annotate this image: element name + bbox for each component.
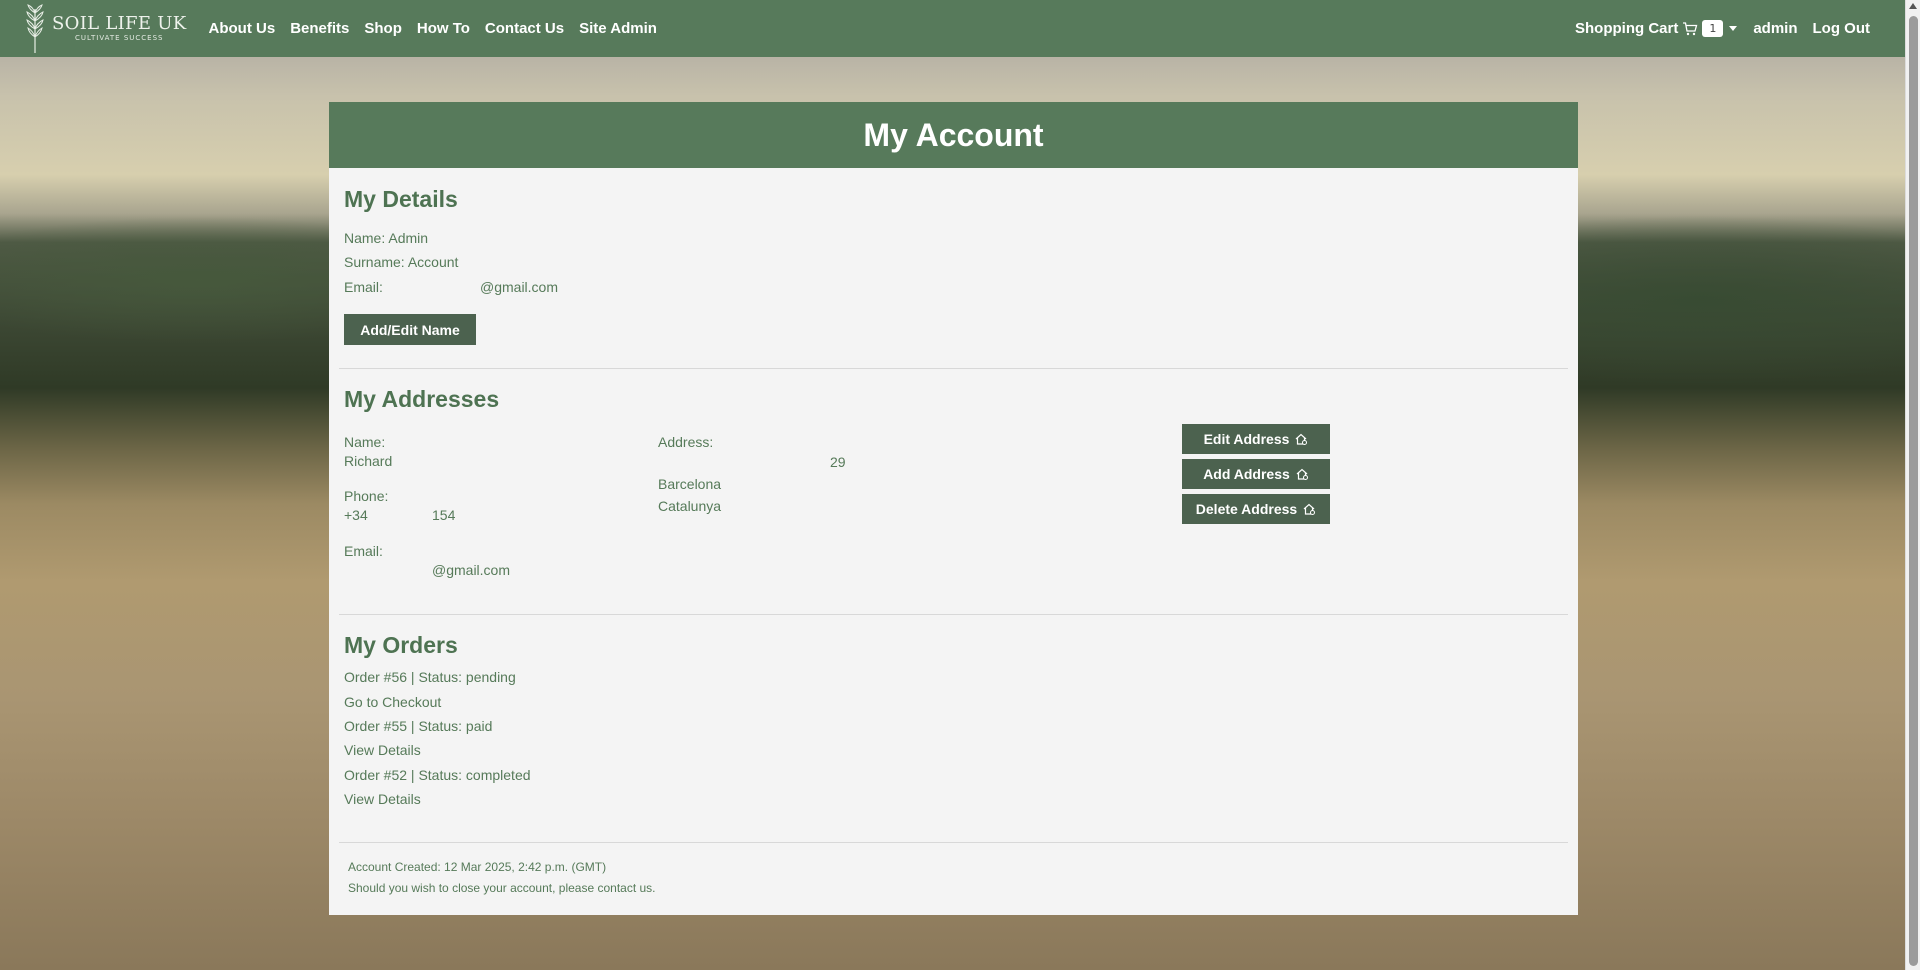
nav-log-out[interactable]: Log Out [1813, 20, 1870, 37]
account-created-text: Account Created: 12 Mar 2025, 2:42 p.m. … [348, 860, 607, 874]
page-title: My Account [329, 102, 1578, 168]
details-name: Name: Admin [344, 230, 429, 246]
brand-logo[interactable]: SOIL LIFE UK CULTIVATE SUCCESS [22, 3, 187, 55]
address-name-label: Name: [344, 434, 386, 450]
divider [339, 614, 1568, 615]
address-label: Address: [658, 434, 714, 450]
order-52-label: Order #52 | Status: completed [344, 767, 531, 783]
nav-user[interactable]: admin [1753, 20, 1797, 37]
page-scrollbar[interactable] [1905, 0, 1920, 970]
house-icon [1296, 433, 1308, 445]
address-number: 29 [830, 454, 846, 470]
wheat-logo-icon [26, 3, 44, 53]
nav-shop[interactable]: Shop [364, 20, 402, 37]
delete-address-button[interactable]: Delete Address [1182, 494, 1330, 524]
house-plus-icon [1296, 468, 1308, 480]
address-phone-prefix: +34 [344, 507, 368, 523]
cart-count-badge: 1 [1702, 20, 1724, 37]
add-address-button[interactable]: Add Address [1182, 459, 1330, 489]
brand-tagline: CULTIVATE SUCCESS [75, 34, 164, 42]
my-addresses-heading: My Addresses [344, 386, 500, 412]
shopping-cart-dropdown[interactable]: Shopping Cart 1 [1575, 20, 1738, 37]
nav-about-us[interactable]: About Us [209, 20, 276, 37]
scrollbar-thumb[interactable] [1909, 16, 1918, 966]
details-email-value: @gmail.com [480, 279, 559, 295]
delete-address-label: Delete Address [1195, 501, 1298, 517]
details-email-label: Email: [344, 279, 383, 295]
details-surname: Surname: Account [344, 254, 459, 270]
divider [339, 368, 1568, 369]
scroll-up-arrow-icon[interactable] [1909, 3, 1917, 9]
house-remove-icon [1303, 503, 1316, 515]
nav-benefits[interactable]: Benefits [290, 20, 349, 37]
address-phone-suffix: 154 [432, 507, 456, 523]
address-name-value: Richard [344, 453, 393, 469]
go-to-checkout-link[interactable]: Go to Checkout [344, 694, 441, 710]
address-city: Barcelona [658, 476, 722, 492]
nav-site-admin[interactable]: Site Admin [579, 20, 657, 37]
edit-address-button[interactable]: Edit Address [1182, 424, 1330, 454]
order-52-view-details-link[interactable]: View Details [344, 791, 421, 807]
add-address-label: Add Address [1203, 466, 1290, 482]
add-edit-name-button[interactable]: Add/Edit Name [344, 314, 476, 345]
close-account-note: Should you wish to close your account, p… [348, 881, 656, 895]
edit-address-label: Edit Address [1203, 431, 1290, 447]
my-orders-heading: My Orders [344, 632, 458, 658]
chevron-down-icon [1729, 26, 1738, 31]
order-56-label: Order #56 | Status: pending [344, 669, 516, 685]
account-card: My Account My Details Name: Admin Surnam… [329, 102, 1578, 915]
cart-label: Shopping Cart [1575, 20, 1679, 37]
brand-name: SOIL LIFE UK [52, 13, 187, 34]
address-region: Catalunya [658, 498, 722, 514]
cart-icon [1683, 21, 1698, 35]
address-email-value: @gmail.com [432, 562, 511, 578]
address-phone-label: Phone: [344, 488, 389, 504]
nav-how-to[interactable]: How To [417, 20, 470, 37]
divider [339, 842, 1568, 843]
nav-contact-us[interactable]: Contact Us [485, 20, 564, 37]
order-55-label: Order #55 | Status: paid [344, 718, 493, 734]
top-navbar: SOIL LIFE UK CULTIVATE SUCCESS About Us … [0, 0, 1905, 57]
order-55-view-details-link[interactable]: View Details [344, 742, 421, 758]
my-details-heading: My Details [344, 186, 458, 212]
address-email-label: Email: [344, 543, 383, 559]
